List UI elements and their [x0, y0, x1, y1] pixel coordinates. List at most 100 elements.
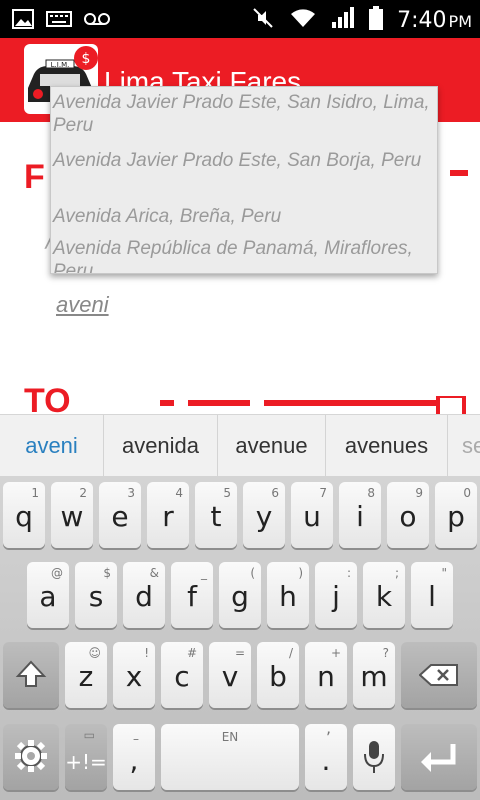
key-c[interactable]: # c: [161, 642, 203, 708]
key-hint: +: [330, 646, 341, 660]
key-label: j: [332, 580, 340, 613]
key-label: d: [135, 580, 153, 613]
key-hint: !: [144, 646, 149, 660]
to-dash-line: [160, 396, 466, 416]
autocomplete-item[interactable]: Avenida Javier Prado Este, San Borja, Pe…: [51, 145, 437, 201]
key-label: s: [88, 580, 104, 613]
key-a[interactable]: @ a: [27, 562, 69, 628]
key-label: r: [162, 500, 174, 533]
key-d[interactable]: & d: [123, 562, 165, 628]
autocomplete-item[interactable]: Avenida Javier Prado Este, San Isidro, L…: [51, 87, 437, 145]
key-label: k: [375, 580, 393, 613]
key-y[interactable]: 6y: [243, 482, 285, 548]
key-v[interactable]: = v: [209, 642, 251, 708]
key-h[interactable]: ) h: [267, 562, 309, 628]
mic-key[interactable]: [353, 724, 395, 790]
from-address-input[interactable]: aveni: [56, 292, 356, 326]
key-u[interactable]: 7u: [291, 482, 333, 548]
key-hint: 9: [415, 486, 423, 500]
keyboard-suggestion-strip: aveni avenida avenue avenues se: [0, 414, 480, 477]
key-w[interactable]: 2w: [51, 482, 93, 548]
address-autocomplete-dropdown: Avenida Javier Prado Este, San Isidro, L…: [50, 86, 438, 274]
key-hint: /: [288, 646, 293, 660]
key-label: .: [321, 744, 331, 777]
key-hint: :: [346, 566, 351, 580]
key-s[interactable]: $ s: [75, 562, 117, 628]
autocomplete-item[interactable]: Avenida Arica, Breña, Peru: [51, 201, 437, 233]
keyboard-icon: [46, 10, 72, 32]
battery-icon: [369, 6, 384, 34]
suggestion-item[interactable]: avenida: [104, 414, 218, 477]
key-z[interactable]: ☺ z: [65, 642, 107, 708]
key-period[interactable]: ’.: [305, 724, 347, 790]
key-r[interactable]: 4r: [147, 482, 189, 548]
voicemail-icon: [84, 11, 110, 31]
key-o[interactable]: 9o: [387, 482, 429, 548]
key-n[interactable]: + n: [305, 642, 347, 708]
key-hint: 5: [223, 486, 231, 500]
key-hint: ?: [382, 646, 389, 660]
key-l[interactable]: " l: [411, 562, 453, 628]
key-hint: EN: [221, 730, 239, 744]
key-p[interactable]: 0p: [435, 482, 477, 548]
suggestion-item[interactable]: aveni: [0, 414, 104, 477]
key-f[interactable]: _ f: [171, 562, 213, 628]
key-hint: ▭: [83, 728, 95, 742]
shift-icon: [15, 660, 47, 687]
clock-ampm: PM: [448, 11, 472, 31]
key-hint: 1: [31, 486, 39, 500]
backspace-key[interactable]: [401, 642, 477, 708]
key-hint: ☺: [88, 646, 101, 660]
suggestion-item[interactable]: avenue: [218, 414, 326, 477]
key-label: f: [187, 580, 197, 613]
key-hint: 0: [463, 486, 471, 500]
key-k[interactable]: ; k: [363, 562, 405, 628]
key-label: i: [356, 500, 364, 533]
enter-icon: [421, 744, 456, 772]
key-hint: 4: [175, 486, 183, 500]
gear-icon: [15, 740, 47, 772]
key-label: b: [269, 660, 287, 693]
key-label: w: [60, 500, 84, 533]
key-label: y: [255, 500, 273, 533]
space-key[interactable]: EN: [161, 724, 299, 790]
key-b[interactable]: / b: [257, 642, 299, 708]
key-q[interactable]: 1q: [3, 482, 45, 548]
key-e[interactable]: 3e: [99, 482, 141, 548]
key-label: z: [78, 660, 94, 693]
key-label: u: [303, 500, 321, 533]
key-j[interactable]: :j: [315, 562, 357, 628]
symbols-key[interactable]: ▭ +!=: [65, 724, 107, 790]
key-m[interactable]: ? m: [353, 642, 395, 708]
autocomplete-item[interactable]: Avenida República de Panamá, Miraflores,…: [51, 233, 437, 273]
enter-key[interactable]: [401, 724, 477, 790]
key-comma[interactable]: –,: [113, 724, 155, 790]
key-hint: &: [149, 566, 159, 580]
key-label: c: [174, 660, 190, 693]
from-label: F: [24, 158, 45, 196]
key-label: l: [428, 580, 436, 613]
shift-key[interactable]: [3, 642, 59, 708]
key-hint: ;: [394, 566, 399, 580]
clock-time: 7:40: [397, 7, 447, 33]
key-hint: ": [441, 566, 447, 580]
key-hint: @: [51, 566, 63, 580]
key-hint: 6: [271, 486, 279, 500]
key-hint: (: [250, 566, 255, 580]
microphone-icon: [364, 741, 384, 773]
key-label: g: [231, 580, 249, 613]
status-bar: 7:40 PM: [0, 0, 480, 38]
key-g[interactable]: (g: [219, 562, 261, 628]
key-hint: 2: [79, 486, 87, 500]
key-label: o: [399, 500, 417, 533]
suggestion-item[interactable]: avenues: [326, 414, 448, 477]
key-t[interactable]: 5t: [195, 482, 237, 548]
key-label: +!=: [65, 750, 107, 774]
settings-key[interactable]: [3, 724, 59, 790]
wifi-icon: [289, 7, 317, 33]
key-i[interactable]: 8i: [339, 482, 381, 548]
key-label: m: [360, 660, 388, 693]
logo-text: L.I.M.: [51, 61, 70, 69]
key-x[interactable]: ! x: [113, 642, 155, 708]
suggestion-item[interactable]: se: [448, 415, 480, 477]
